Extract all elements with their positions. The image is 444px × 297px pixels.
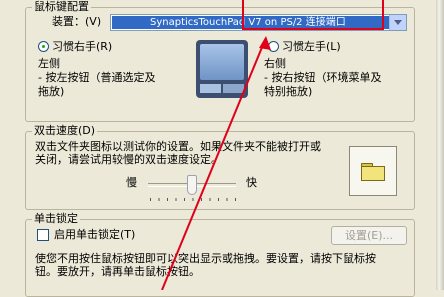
annotation-arrow-icon <box>161 36 271 290</box>
